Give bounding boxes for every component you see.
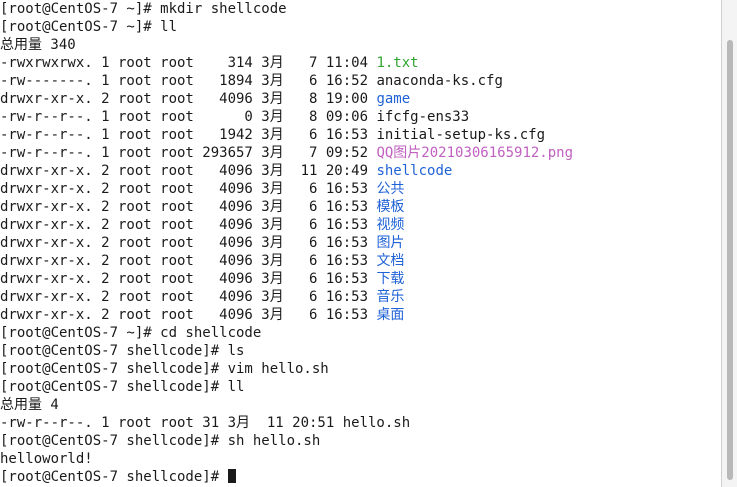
- terminal-line: drwxr-xr-x. 2 root root 4096 3月 6 16:53 …: [0, 180, 722, 198]
- scrollbar[interactable]: [721, 0, 737, 487]
- line-text: drwxr-xr-x. 2 root root 4096 3月 8 19:00: [0, 91, 377, 107]
- terminal-line: -rw-------. 1 root root 1894 3月 6 16:52 …: [0, 72, 722, 90]
- line-text: -rw-r--r--. 1 root root 293657 3月 7 09:5…: [0, 145, 377, 161]
- line-text: [root@CentOS-7 shellcode]# sh hello.sh: [0, 433, 321, 449]
- scrollbar-thumb[interactable]: [727, 40, 733, 480]
- file-name: 图片: [376, 235, 405, 251]
- file-name: 下载: [376, 271, 405, 287]
- line-text: -rwxrwxrwx. 1 root root 314 3月 7 11:04: [0, 55, 377, 71]
- terminal-line: drwxr-xr-x. 2 root root 4096 3月 6 16:53 …: [0, 306, 722, 324]
- file-name: 桌面: [376, 307, 405, 323]
- terminal-line: 总用量 4: [0, 396, 722, 414]
- terminal-line: drwxr-xr-x. 2 root root 4096 3月 6 16:53 …: [0, 216, 722, 234]
- terminal-line: helloworld!: [0, 450, 722, 468]
- file-name: anaconda-ks.cfg: [376, 73, 503, 89]
- terminal-line: [root@CentOS-7 shellcode]# ls: [0, 342, 722, 360]
- terminal-line: [root@CentOS-7 shellcode]# sh hello.sh: [0, 432, 722, 450]
- line-text: -rw-r--r--. 1 root root 1942 3月 6 16:53: [0, 127, 377, 143]
- file-name: QQ图片20210306165912.png: [376, 145, 574, 161]
- line-text: [root@CentOS-7 shellcode]# ls: [0, 343, 245, 359]
- line-text: drwxr-xr-x. 2 root root 4096 3月 6 16:53: [0, 307, 377, 323]
- line-text: -rw-------. 1 root root 1894 3月 6 16:52: [0, 73, 377, 89]
- terminal-line: -rw-r--r--. 1 root root 0 3月 8 09:06 ifc…: [0, 108, 722, 126]
- line-text: 总用量 4: [0, 397, 59, 413]
- terminal-line: -rwxrwxrwx. 1 root root 314 3月 7 11:04 1…: [0, 54, 722, 72]
- terminal-line: drwxr-xr-x. 2 root root 4096 3月 6 16:53 …: [0, 198, 722, 216]
- file-name: 公共: [376, 181, 405, 197]
- line-text: drwxr-xr-x. 2 root root 4096 3月 6 16:53: [0, 181, 377, 197]
- line-text: drwxr-xr-x. 2 root root 4096 3月 6 16:53: [0, 289, 377, 305]
- line-text: drwxr-xr-x. 2 root root 4096 3月 11 20:49: [0, 163, 377, 179]
- terminal-line: -rw-r--r--. 1 root root 293657 3月 7 09:5…: [0, 144, 722, 162]
- file-name: initial-setup-ks.cfg: [376, 127, 546, 143]
- file-name: game: [376, 91, 411, 107]
- text-cursor: [227, 469, 236, 483]
- line-text: -rw-r--r--. 1 root root 0 3月 8 09:06: [0, 109, 377, 125]
- file-name: 文档: [376, 253, 405, 269]
- line-text: drwxr-xr-x. 2 root root 4096 3月 6 16:53: [0, 253, 377, 269]
- terminal-line: [root@CentOS-7 ~]# mkdir shellcode: [0, 0, 722, 18]
- line-text: drwxr-xr-x. 2 root root 4096 3月 6 16:53: [0, 235, 377, 251]
- terminal-output[interactable]: [root@CentOS-7 ~]# mkdir shellcode [root@…: [0, 0, 722, 487]
- line-text: drwxr-xr-x. 2 root root 4096 3月 6 16:53: [0, 199, 377, 215]
- terminal-line: [root@CentOS-7 shellcode]# vim hello.sh: [0, 360, 722, 378]
- terminal-line: drwxr-xr-x. 2 root root 4096 3月 6 16:53 …: [0, 270, 722, 288]
- terminal-line: -rw-r--r--. 1 root root 31 3月 11 20:51 h…: [0, 414, 722, 432]
- file-name: 音乐: [376, 289, 405, 305]
- line-text: drwxr-xr-x. 2 root root 4096 3月 6 16:53: [0, 217, 377, 233]
- line-text: drwxr-xr-x. 2 root root 4096 3月 6 16:53: [0, 271, 377, 287]
- terminal-line: [root@CentOS-7 shellcode]# ll: [0, 378, 722, 396]
- terminal-line: drwxr-xr-x. 2 root root 4096 3月 6 16:53 …: [0, 234, 722, 252]
- line-text: 总用量 340: [0, 37, 76, 53]
- line-text: [root@CentOS-7 ~]# ll: [0, 19, 178, 35]
- terminal-line: [root@CentOS-7 ~]# cd shellcode: [0, 324, 722, 342]
- line-text: [root@CentOS-7 shellcode]# ll: [0, 379, 245, 395]
- line-text: [root@CentOS-7 shellcode]# vim hello.sh: [0, 361, 329, 377]
- file-name: 1.txt: [376, 55, 419, 71]
- line-text: helloworld!: [0, 451, 93, 467]
- terminal-line: drwxr-xr-x. 2 root root 4096 3月 6 16:53 …: [0, 252, 722, 270]
- terminal-line: [root@CentOS-7 ~]# ll: [0, 18, 722, 36]
- file-name: shellcode: [376, 163, 453, 179]
- file-name: 模板: [376, 199, 405, 215]
- file-name: ifcfg-ens33: [376, 109, 470, 125]
- terminal-line: drwxr-xr-x. 2 root root 4096 3月 6 16:53 …: [0, 288, 722, 306]
- terminal-line: drwxr-xr-x. 2 root root 4096 3月 8 19:00 …: [0, 90, 722, 108]
- line-text: [root@CentOS-7 shellcode]#: [0, 469, 228, 485]
- terminal-line: [root@CentOS-7 shellcode]#: [0, 468, 722, 486]
- terminal-line: -rw-r--r--. 1 root root 1942 3月 6 16:53 …: [0, 126, 722, 144]
- line-text: [root@CentOS-7 ~]# mkdir shellcode: [0, 1, 287, 17]
- line-text: [root@CentOS-7 ~]# cd shellcode: [0, 325, 262, 341]
- terminal-line: drwxr-xr-x. 2 root root 4096 3月 11 20:49…: [0, 162, 722, 180]
- terminal-line: 总用量 340: [0, 36, 722, 54]
- file-name: 视频: [376, 217, 405, 233]
- line-text: -rw-r--r--. 1 root root 31 3月 11 20:51 h…: [0, 415, 411, 431]
